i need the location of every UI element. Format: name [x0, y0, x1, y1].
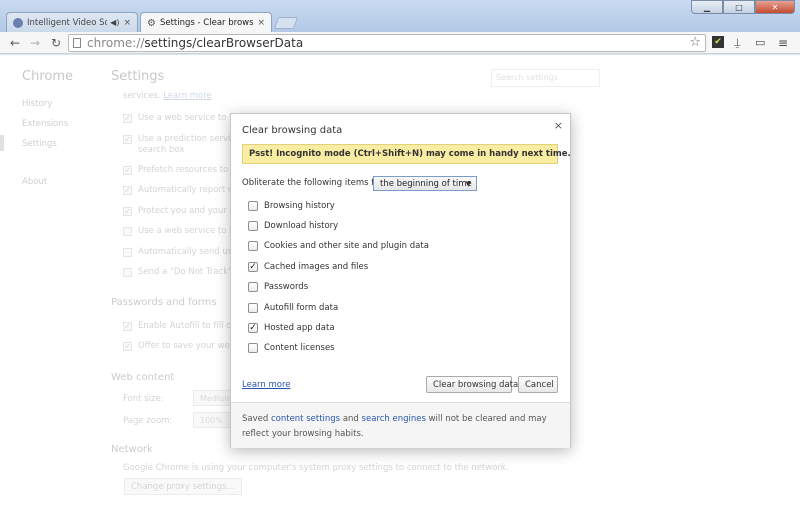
option-label: Hosted app data [264, 323, 335, 333]
site-favicon-icon [13, 17, 23, 28]
checkbox[interactable] [248, 241, 258, 251]
cast-icon[interactable]: ▭ [755, 36, 765, 50]
option-label: Browsing history [264, 201, 335, 211]
option-label: Download history [264, 221, 339, 231]
tab-intelligent-video[interactable]: Intelligent Video Soluti ◀) × [6, 12, 138, 32]
option-download-history[interactable]: Download history [248, 221, 338, 231]
dialog-title: Clear browsing data [242, 125, 343, 136]
minimize-button[interactable]: ▁ [691, 0, 723, 14]
clear-browsing-data-button[interactable]: Clear browsing data [426, 376, 518, 393]
option-content-licenses[interactable]: Content licenses [248, 343, 335, 353]
checkbox[interactable] [248, 343, 258, 353]
close-tab-icon[interactable]: × [253, 18, 265, 28]
url-path: settings/clearBrowserData [144, 36, 304, 50]
footer-text: Saved [242, 414, 271, 424]
tab-title: Intelligent Video Soluti [27, 17, 108, 28]
option-label: Cookies and other site and plugin data [264, 241, 429, 251]
option-passwords[interactable]: Passwords [248, 282, 308, 292]
checkbox[interactable] [248, 221, 258, 231]
obliterate-label: Obliterate the following items from: [242, 178, 394, 188]
checkbox[interactable] [248, 282, 258, 292]
dropdown-arrow-icon: ▼ [465, 180, 471, 188]
url-scheme: chrome:// [87, 36, 145, 50]
page-icon [73, 38, 81, 48]
time-range-value: the beginning of time [380, 179, 472, 189]
extension-checkmark-icon[interactable]: ✔ [712, 36, 724, 48]
speaker-icon: ◀) [110, 18, 120, 27]
content-settings-link[interactable]: content settings [271, 414, 340, 424]
dialog-footer: Saved content settings and search engine… [231, 402, 570, 448]
close-window-button[interactable]: ✕ [755, 0, 795, 14]
back-arrow-icon[interactable]: ← [10, 36, 20, 50]
checkbox[interactable] [248, 303, 258, 313]
forward-arrow-icon[interactable]: → [30, 36, 40, 50]
reload-icon[interactable]: ↻ [51, 36, 61, 50]
search-engines-link[interactable]: search engines [362, 414, 426, 424]
tab-settings[interactable]: ⚙ Settings - Clear browsing × [140, 12, 272, 33]
menu-icon[interactable]: ≡ [778, 36, 788, 50]
close-tab-icon[interactable]: × [119, 18, 131, 28]
option-label: Content licenses [264, 343, 335, 353]
translate-icon[interactable]: ⍊ [734, 36, 741, 50]
option-hosted-app-data[interactable]: ✓ Hosted app data [248, 323, 335, 333]
gear-icon: ⚙ [147, 17, 156, 29]
learn-more-link[interactable]: Learn more [242, 380, 290, 390]
url-text: chrome://settings/clearBrowserData [87, 36, 303, 50]
checkbox[interactable]: ✓ [248, 323, 258, 333]
option-autofill[interactable]: Autofill form data [248, 303, 338, 313]
option-cached-images[interactable]: ✓ Cached images and files [248, 262, 368, 272]
browser-toolbar: ← → ↻ chrome://settings/clearBrowserData… [0, 32, 800, 54]
option-cookies[interactable]: Cookies and other site and plugin data [248, 241, 429, 251]
cancel-button[interactable]: Cancel [518, 376, 558, 393]
checkbox[interactable] [248, 201, 258, 211]
option-label: Cached images and files [264, 262, 369, 272]
option-browsing-history[interactable]: Browsing history [248, 201, 335, 211]
maximize-button[interactable]: □ [723, 0, 755, 14]
checkbox[interactable]: ✓ [248, 262, 258, 272]
clear-browsing-data-dialog: Clear browsing data × Psst! Incognito mo… [230, 113, 571, 448]
close-icon[interactable]: × [554, 119, 563, 132]
title-bar: Intelligent Video Soluti ◀) × ⚙ Settings… [0, 0, 800, 33]
incognito-tip-banner: Psst! Incognito mode (Ctrl+Shift+N) may … [242, 144, 571, 164]
option-label: Passwords [264, 282, 309, 292]
bookmark-star-icon[interactable]: ☆ [689, 35, 701, 50]
new-tab-button[interactable] [273, 17, 299, 29]
option-label: Autofill form data [264, 303, 339, 313]
tab-title: Settings - Clear browsing [159, 18, 254, 28]
address-bar[interactable]: chrome://settings/clearBrowserData ☆ [68, 34, 706, 52]
footer-text: and [340, 414, 362, 424]
time-range-select[interactable]: the beginning of time ▼ [373, 176, 477, 191]
